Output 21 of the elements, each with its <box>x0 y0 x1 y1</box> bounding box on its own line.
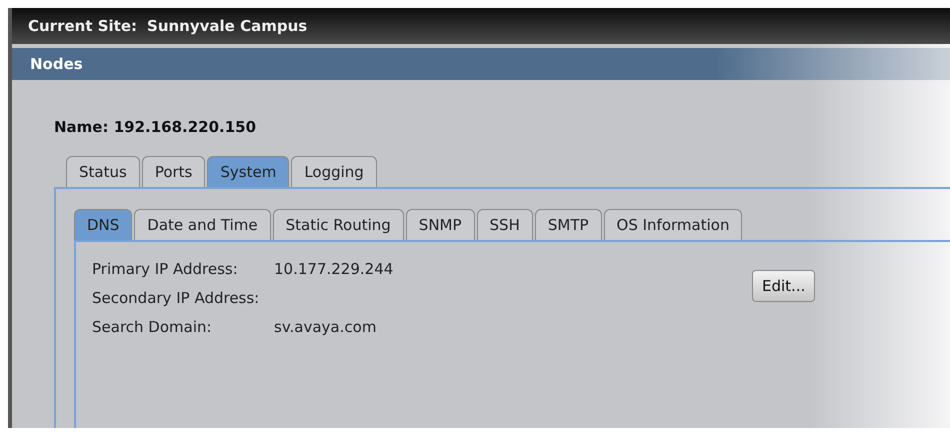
field-label: Secondary IP Address: <box>92 289 260 309</box>
tab[interactable]: Logging <box>291 156 377 187</box>
site-label: Current Site: <box>28 17 138 35</box>
tab[interactable]: System <box>207 156 290 187</box>
node-name: Name: 192.168.220.150 <box>54 118 258 136</box>
field-label: Primary IP Address: <box>92 260 239 280</box>
tab[interactable]: OS Information <box>604 209 742 240</box>
tab[interactable]: Date and Time <box>134 209 271 240</box>
field-value: sv.avaya.com <box>274 318 376 338</box>
site-name: Sunnyvale Campus <box>147 17 308 35</box>
tab[interactable]: Ports <box>142 156 206 187</box>
tab[interactable]: SNMP <box>406 209 475 240</box>
panel-title: Nodes <box>12 48 950 80</box>
edit-button[interactable]: Edit... <box>752 270 816 302</box>
tab[interactable]: SMTP <box>534 209 602 240</box>
tab[interactable]: DNS <box>74 209 132 240</box>
field-value: 10.177.229.244 <box>274 260 394 280</box>
tab[interactable]: SSH <box>476 209 533 240</box>
tab[interactable]: Status <box>66 156 140 187</box>
field-label: Search Domain: <box>92 318 213 338</box>
tab[interactable]: Static Routing <box>272 209 404 240</box>
